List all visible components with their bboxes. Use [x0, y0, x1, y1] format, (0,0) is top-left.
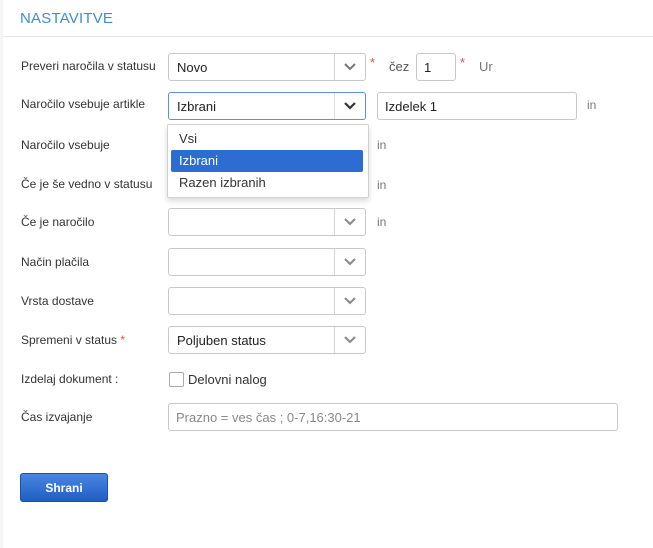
- execution-time-placeholder: Prazno = ves čas ; 0-7,16:30-21: [176, 410, 361, 425]
- order-contains-label: Naročilo vsebuje: [21, 138, 110, 152]
- in-text: in: [377, 178, 387, 192]
- status-check-label: Preveri naročila v statusu: [21, 59, 156, 73]
- change-status-label: Spremeni v status *: [21, 333, 125, 347]
- if-order-select[interactable]: [168, 208, 366, 236]
- chevron-down-icon: [334, 54, 365, 80]
- hours-value: 1: [424, 60, 432, 75]
- in-text: in: [587, 98, 597, 112]
- still-in-status-label: Če je še vedno v statusu: [21, 177, 153, 191]
- contains-articles-value: Izbrani: [177, 99, 217, 114]
- save-button[interactable]: Shrani: [20, 473, 108, 502]
- status-check-select[interactable]: Novo: [168, 53, 366, 81]
- change-status-value: Poljuben status: [177, 333, 266, 348]
- chevron-down-icon: [334, 327, 365, 353]
- create-document-label: Izdelaj dokument :: [21, 372, 119, 386]
- chevron-down-icon: [334, 93, 365, 119]
- in-text: in: [377, 215, 387, 229]
- chevron-down-icon: [334, 249, 365, 275]
- dropdown-option-razen-izbranih[interactable]: Razen izbranih: [171, 172, 363, 194]
- contains-articles-label: Naročilo vsebuje artikle: [21, 97, 146, 111]
- title-divider: [3, 36, 653, 37]
- change-status-label-text: Spremeni v status: [21, 333, 118, 347]
- dropdown-option-vsi[interactable]: Vsi: [171, 128, 363, 150]
- execution-time-label: Čas izvajanje: [21, 410, 93, 424]
- payment-method-label: Način plačila: [21, 255, 90, 269]
- dropdown-option-izbrani[interactable]: Izbrani: [171, 150, 363, 172]
- delivery-type-label: Vrsta dostave: [21, 294, 94, 308]
- delovni-nalog-label[interactable]: Delovni nalog: [188, 372, 267, 387]
- in-text: in: [377, 138, 387, 152]
- if-order-label: Če je naročilo: [21, 215, 95, 229]
- articles-dropdown-list: Vsi Izbrani Razen izbranih: [167, 124, 369, 198]
- chevron-down-icon: [334, 288, 365, 314]
- required-star: *: [460, 55, 466, 70]
- execution-time-input[interactable]: Prazno = ves čas ; 0-7,16:30-21: [168, 403, 618, 431]
- delovni-nalog-checkbox[interactable]: [169, 372, 184, 387]
- chevron-down-icon: [334, 209, 365, 235]
- contains-articles-select[interactable]: Izbrani: [168, 92, 366, 120]
- change-status-select[interactable]: Poljuben status: [168, 326, 366, 354]
- article-value: Izdelek 1: [385, 99, 438, 114]
- required-star: *: [370, 55, 376, 70]
- required-star: *: [120, 333, 126, 347]
- status-check-value: Novo: [177, 60, 208, 75]
- hours-unit: Ur: [479, 59, 493, 74]
- article-input[interactable]: Izdelek 1: [377, 92, 577, 120]
- payment-method-select[interactable]: [168, 248, 366, 276]
- after-label: čez: [389, 59, 410, 74]
- section-title: NASTAVITVE: [20, 10, 114, 27]
- hours-input[interactable]: 1: [416, 53, 456, 81]
- delivery-type-select[interactable]: [168, 287, 366, 315]
